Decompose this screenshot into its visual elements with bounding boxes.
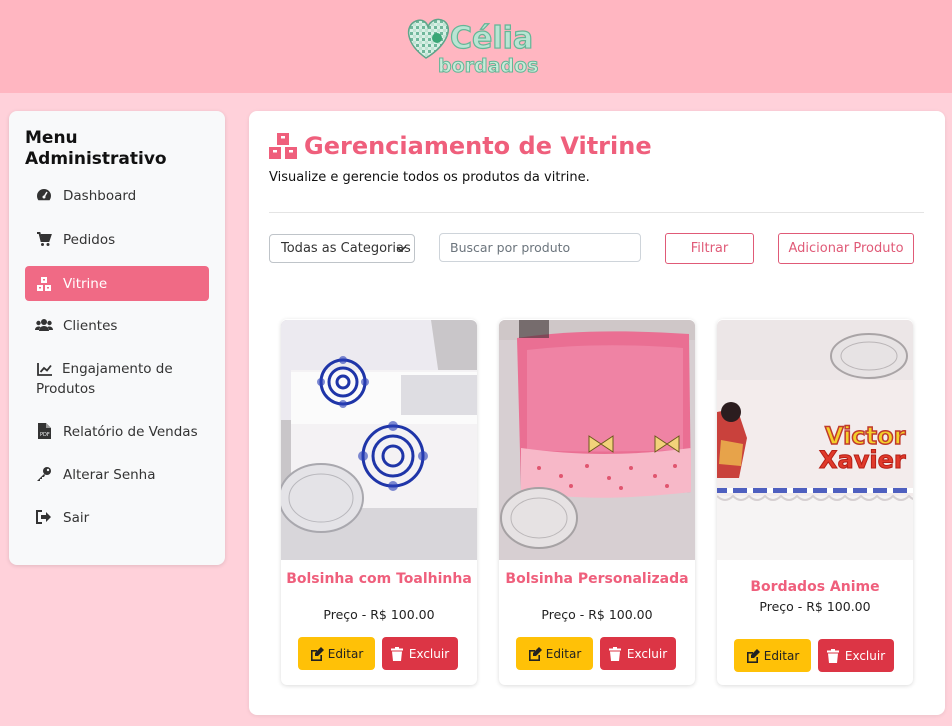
boxes-icon bbox=[35, 275, 53, 293]
sidebar-item-label: Engajamento de Produtos bbox=[36, 361, 173, 397]
product-card: Bolsinha com Toalhinha Preço - R$ 100.00… bbox=[281, 319, 477, 685]
sidebar-item-label: Vitrine bbox=[63, 275, 108, 292]
edit-label: Editar bbox=[763, 648, 800, 663]
sidebar-title: Menu Administrativo bbox=[25, 128, 167, 169]
chart-line-icon bbox=[36, 360, 54, 378]
trash-icon bbox=[390, 646, 405, 661]
edit-button[interactable]: Editar bbox=[298, 637, 375, 670]
main-panel: Gerenciamento de Vitrine Visualize e ger… bbox=[249, 111, 945, 715]
sidebar-item-label: Alterar Senha bbox=[63, 467, 156, 483]
sidebar-item-label: Dashboard bbox=[63, 188, 137, 204]
edit-button[interactable]: Editar bbox=[734, 639, 811, 672]
trash-icon bbox=[608, 646, 623, 661]
sidebar-item-clientes[interactable]: Clientes bbox=[25, 316, 209, 336]
edit-label: Editar bbox=[327, 646, 364, 661]
add-product-button[interactable]: Adicionar Produto bbox=[778, 233, 914, 264]
svg-text:bordados: bordados bbox=[438, 55, 538, 77]
sidebar-item-sair[interactable]: Sair bbox=[25, 508, 209, 528]
sidebar-item-alterar-senha[interactable]: Alterar Senha bbox=[25, 465, 209, 485]
product-name: Bolsinha com Toalhinha bbox=[286, 571, 472, 587]
product-image[interactable] bbox=[281, 320, 477, 560]
delete-label: Excluir bbox=[408, 646, 450, 661]
delete-label: Excluir bbox=[844, 648, 886, 663]
edit-icon bbox=[746, 648, 760, 663]
product-price: Preço - R$ 100.00 bbox=[759, 599, 871, 614]
chevron-down-icon bbox=[396, 243, 406, 253]
product-card: Bolsinha Personalizada Preço - R$ 100.00… bbox=[499, 319, 695, 685]
product-image[interactable]: Victor Xavier bbox=[717, 320, 913, 560]
sidebar-item-pedidos[interactable]: Pedidos bbox=[25, 230, 209, 250]
category-select-value: Todas as Categorias bbox=[281, 241, 411, 256]
edit-icon bbox=[310, 646, 324, 661]
key-icon bbox=[35, 465, 53, 483]
divider bbox=[269, 212, 924, 213]
page-title-text: Gerenciamento de Vitrine bbox=[304, 132, 652, 160]
svg-text:Célia: Célia bbox=[450, 21, 533, 56]
sidebar-item-label: Pedidos bbox=[63, 232, 116, 248]
sign-out-icon bbox=[35, 508, 53, 526]
embroidery-text-2: Xavier bbox=[819, 446, 906, 474]
search-input[interactable] bbox=[439, 233, 641, 262]
boxes-icon bbox=[268, 132, 298, 160]
page-title: Gerenciamento de Vitrine bbox=[268, 131, 652, 161]
page-subtitle: Visualize e gerencie todos os produtos d… bbox=[269, 170, 590, 185]
cart-icon bbox=[35, 230, 53, 248]
sidebar-item-label: Relatório de Vendas bbox=[63, 424, 198, 440]
sidebar-item-dashboard[interactable]: Dashboard bbox=[25, 186, 209, 206]
filter-button[interactable]: Filtrar bbox=[665, 233, 754, 264]
edit-button[interactable]: Editar bbox=[516, 637, 593, 670]
delete-button[interactable]: Excluir bbox=[600, 637, 676, 670]
delete-button[interactable]: Excluir bbox=[818, 639, 894, 672]
product-price: Preço - R$ 100.00 bbox=[323, 607, 435, 622]
admin-sidebar: Menu Administrativo Dashboard Pedidos Vi… bbox=[9, 111, 225, 565]
delete-button[interactable]: Excluir bbox=[382, 637, 458, 670]
delete-label: Excluir bbox=[626, 646, 668, 661]
users-icon bbox=[35, 316, 53, 334]
sidebar-item-relatorio[interactable]: PDF Relatório de Vendas bbox=[25, 422, 209, 442]
edit-label: Editar bbox=[545, 646, 582, 661]
product-price: Preço - R$ 100.00 bbox=[541, 607, 653, 622]
category-select[interactable]: Todas as Categorias bbox=[269, 234, 415, 263]
sidebar-item-label: Clientes bbox=[63, 318, 118, 334]
product-name: Bolsinha Personalizada bbox=[505, 571, 689, 587]
trash-icon bbox=[826, 648, 841, 663]
product-card: Victor Xavier Bordados Anime Preço - R$ … bbox=[717, 319, 913, 685]
brand-logo[interactable]: Célia bordados bbox=[404, 8, 556, 80]
product-image[interactable] bbox=[499, 320, 695, 560]
svg-text:PDF: PDF bbox=[40, 432, 50, 438]
sidebar-item-label: Sair bbox=[63, 510, 90, 526]
sidebar-item-engajamento[interactable]: Engajamento de Produtos bbox=[25, 359, 209, 399]
product-name: Bordados Anime bbox=[750, 579, 880, 595]
edit-icon bbox=[528, 646, 542, 661]
gauge-icon bbox=[35, 186, 53, 204]
sidebar-item-vitrine[interactable]: Vitrine bbox=[25, 266, 209, 301]
top-header: Célia bordados bbox=[0, 0, 952, 93]
pdf-file-icon: PDF bbox=[35, 422, 53, 440]
